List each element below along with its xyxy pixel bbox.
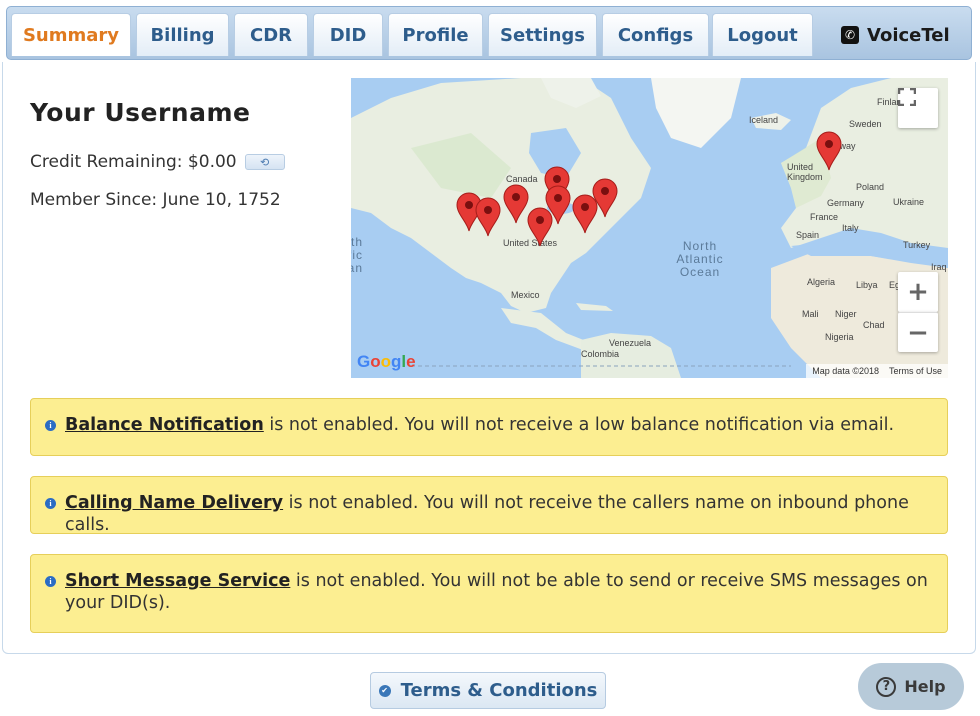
zoom-in-button[interactable]: + [898, 272, 938, 312]
map-label-canada: Canada [506, 174, 538, 184]
map-label-niger: Niger [835, 309, 857, 319]
tab-cdr[interactable]: CDR [234, 13, 308, 56]
map-label-france: France [810, 212, 839, 222]
fullscreen-icon [898, 88, 916, 106]
account-username: Your Username [30, 98, 251, 127]
help-button[interactable]: ? Help [858, 663, 964, 710]
fullscreen-button[interactable] [898, 88, 938, 128]
map-label-colombia: Colombia [581, 349, 620, 359]
map-label-chad: Chad [863, 320, 885, 330]
short-message-service-notice: i Short Message Service is not enabled. … [30, 554, 948, 633]
balance-notification-notice: i Balance Notification is not enabled. Y… [30, 398, 948, 456]
credit-remaining: Credit Remaining: $0.00 ⟲ [30, 152, 285, 172]
tab-billing[interactable]: Billing [136, 13, 229, 56]
tab-configs[interactable]: Configs [602, 13, 709, 56]
map-label-spain: Spain [796, 230, 820, 240]
map-data-credit: Map data ©2018 [812, 366, 879, 376]
map-label-north-atlantic: North Atlantic Ocean [676, 239, 724, 279]
map-marker-icon[interactable] [545, 185, 571, 225]
map-label-north-pacific: North Pacific Ocean [351, 235, 363, 275]
map-marker-icon[interactable] [503, 184, 529, 224]
info-icon: i [45, 498, 56, 509]
zoom-out-button[interactable]: − [898, 312, 938, 352]
terms-conditions-button[interactable]: ✔ Terms & Conditions [370, 672, 606, 709]
map-label-iceland: Iceland [749, 115, 779, 125]
map-marker-icon[interactable] [592, 178, 618, 218]
map-label-italy: Italy [842, 223, 859, 233]
map-label-ukraine: Ukraine [893, 197, 925, 207]
map-attribution: Map data ©2018 Terms of Use [806, 364, 948, 378]
info-icon: i [45, 420, 56, 431]
calling-name-delivery-link[interactable]: Calling Name Delivery [65, 493, 283, 513]
credit-remaining-label: Credit Remaining: $0.00 [30, 152, 237, 172]
check-icon: ✔ [378, 684, 391, 697]
map-label-libya: Libya [856, 280, 878, 290]
balance-notification-link[interactable]: Balance Notification [65, 415, 264, 435]
did-location-map[interactable]: Canada United States Mexico Venezuela Co… [351, 78, 948, 378]
map-label-mali: Mali [802, 309, 819, 319]
notice-text: is not enabled. You will not receive a l… [263, 415, 895, 435]
terms-label: Terms & Conditions [400, 680, 598, 701]
map-label-turkey: Turkey [903, 240, 931, 250]
help-label: Help [904, 677, 946, 696]
phone-icon: ✆ [841, 26, 859, 44]
top-navigation: Summary Billing CDR DID Profile Settings… [6, 6, 972, 60]
map-label-sweden: Sweden [849, 119, 882, 129]
refresh-icon[interactable]: ⟲ [244, 154, 285, 170]
brand-logo: ✆ VoiceTel [841, 21, 950, 49]
google-logo: Google [357, 352, 416, 371]
map-marker-icon[interactable] [475, 197, 501, 237]
brand-name: VoiceTel [867, 24, 950, 46]
map-label-mexico: Mexico [511, 290, 540, 300]
info-icon: i [45, 576, 56, 587]
map-label-iraq: Iraq [931, 262, 947, 272]
tab-did[interactable]: DID [313, 13, 383, 56]
short-message-service-link[interactable]: Short Message Service [65, 571, 290, 591]
map-label-venezuela: Venezuela [609, 338, 652, 348]
calling-name-delivery-notice: i Calling Name Delivery is not enabled. … [30, 476, 948, 535]
tab-profile[interactable]: Profile [388, 13, 483, 56]
map-marker-icon[interactable] [816, 131, 842, 171]
tab-summary[interactable]: Summary [11, 13, 131, 56]
tab-settings[interactable]: Settings [488, 13, 597, 56]
tab-logout[interactable]: Logout [712, 13, 813, 56]
map-label-poland: Poland [856, 182, 885, 192]
map-label-nigeria: Nigeria [825, 332, 854, 342]
map-label-algeria: Algeria [807, 277, 836, 287]
map-label-germany: Germany [827, 198, 865, 208]
map-terms-link[interactable]: Terms of Use [889, 366, 942, 376]
question-icon: ? [876, 676, 897, 697]
member-since: Member Since: June 10, 1752 [30, 190, 281, 210]
